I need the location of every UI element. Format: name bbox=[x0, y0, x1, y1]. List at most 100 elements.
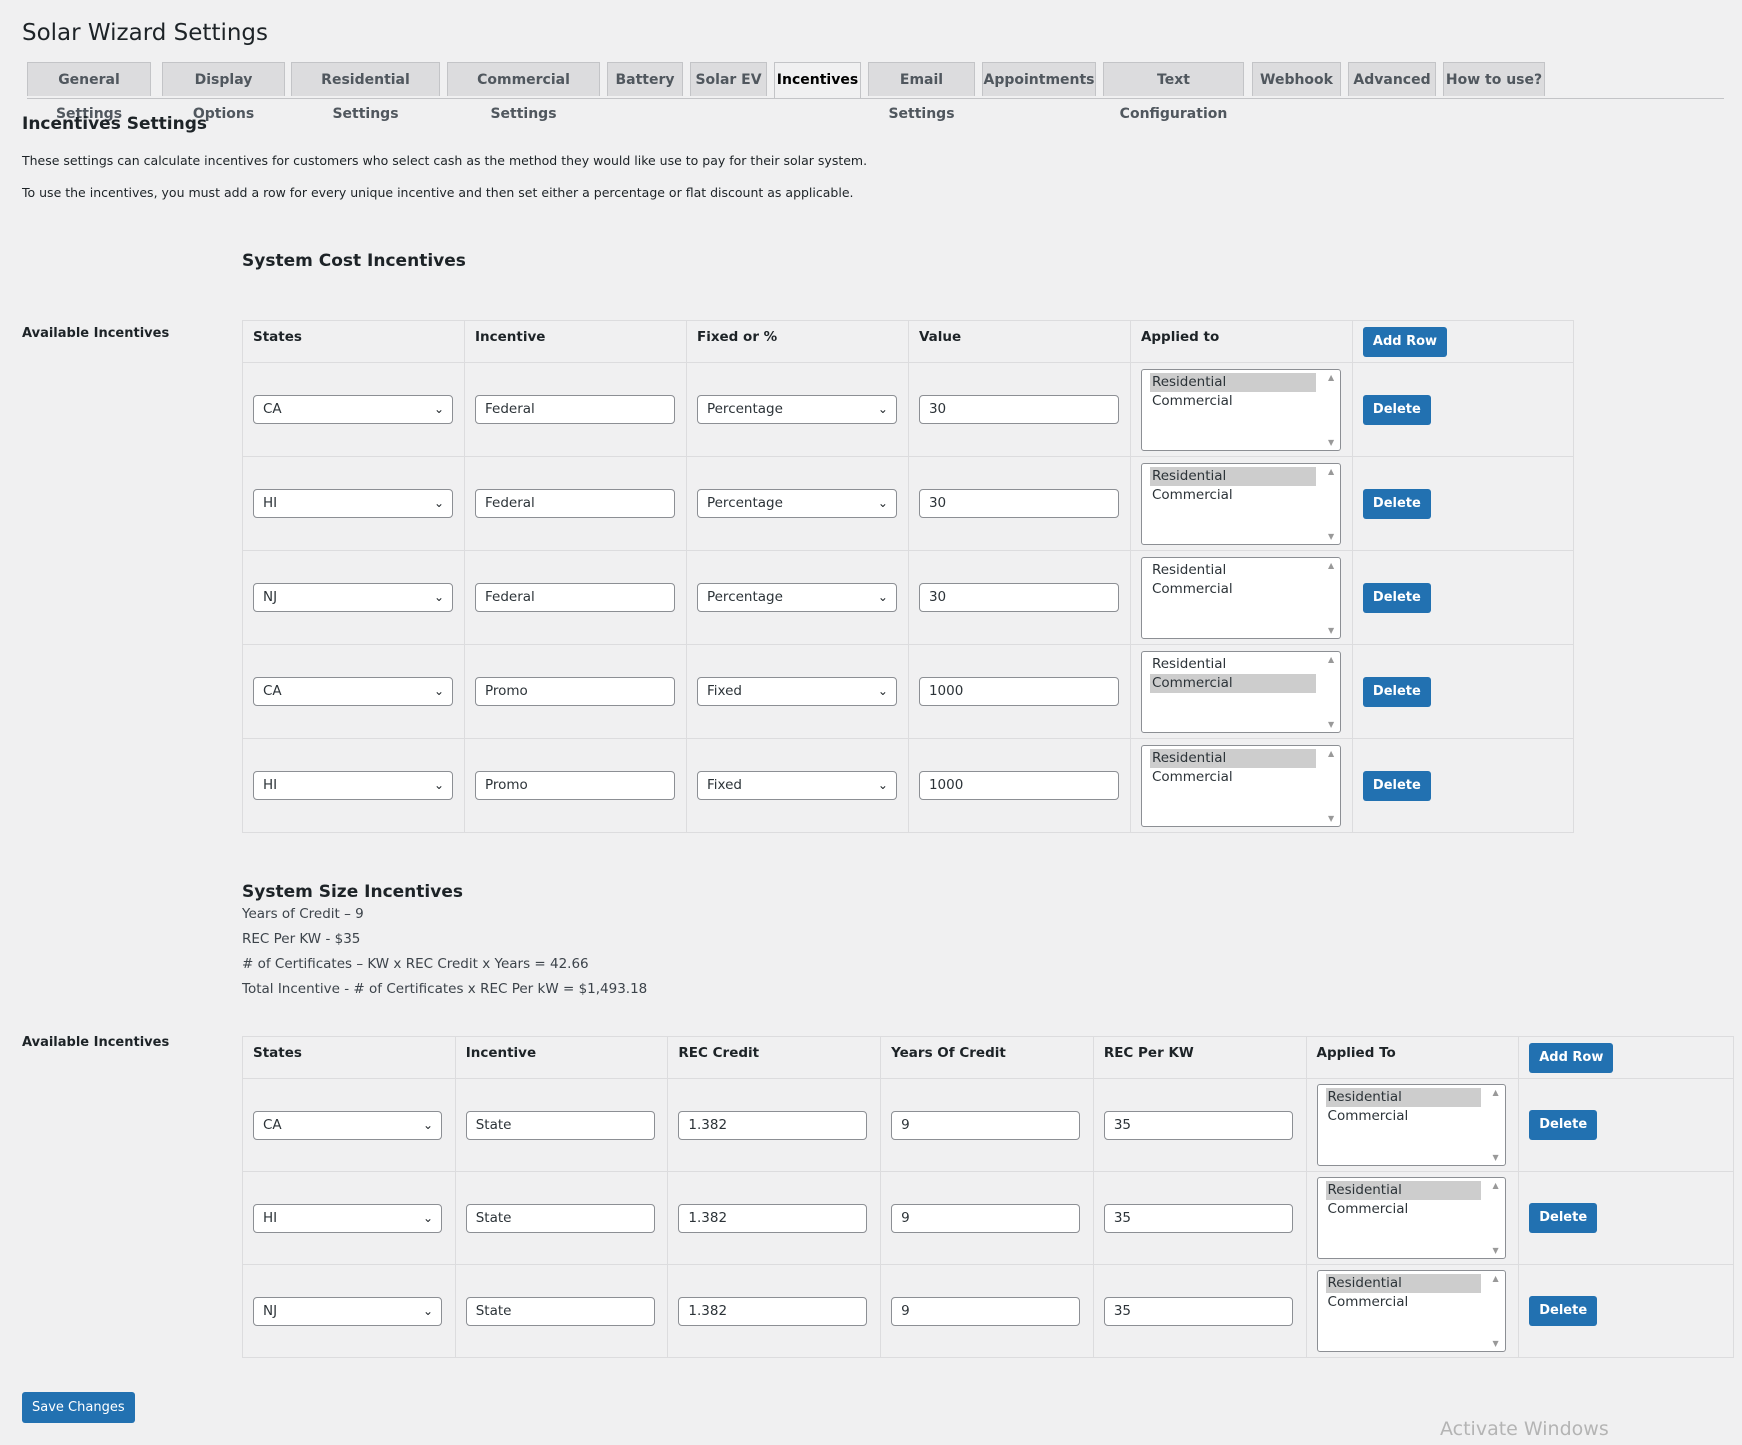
listbox-scrollbar[interactable]: ▲ ▼ bbox=[1493, 1274, 1503, 1348]
listbox-scrollbar[interactable]: ▲ ▼ bbox=[1328, 749, 1338, 823]
rec-credit-input[interactable]: 1.382 bbox=[678, 1296, 868, 1326]
delete-button[interactable]: Delete bbox=[1362, 770, 1431, 801]
rec-credit-input[interactable]: 1.382 bbox=[678, 1110, 868, 1140]
tab-text-configuration[interactable]: Text Configuration bbox=[1103, 62, 1244, 122]
value-input[interactable]: 1000 bbox=[918, 771, 1119, 800]
incentive-input[interactable]: State bbox=[465, 1110, 655, 1140]
tab-how-to-use[interactable]: How to use? bbox=[1443, 62, 1545, 96]
incentive-input[interactable]: Federal bbox=[474, 583, 675, 612]
fixed-or-percent-select-value: Fixed bbox=[706, 777, 742, 793]
state-select[interactable]: HI ⌄ bbox=[253, 1203, 442, 1233]
applied-option-commercial[interactable]: Commercial bbox=[1326, 1107, 1481, 1126]
save-changes-button[interactable]: Save Changes bbox=[22, 1392, 135, 1423]
listbox-scrollbar[interactable]: ▲ ▼ bbox=[1328, 467, 1338, 541]
tab-email-settings[interactable]: Email Settings bbox=[868, 62, 975, 122]
rec-per-kw-input[interactable]: 35 bbox=[1103, 1296, 1293, 1326]
fixed-or-percent-select[interactable]: Percentage ⌄ bbox=[696, 489, 897, 518]
applied-to-multiselect[interactable]: Residential Commercial ▲ ▼ bbox=[1140, 650, 1341, 733]
applied-option-commercial[interactable]: Commercial bbox=[1150, 580, 1316, 599]
fixed-or-percent-select[interactable]: Percentage ⌄ bbox=[696, 583, 897, 612]
fixed-or-percent-select[interactable]: Fixed ⌄ bbox=[696, 677, 897, 706]
tab-general-settings[interactable]: General Settings bbox=[27, 62, 151, 122]
tab-residential-settings[interactable]: Residential Settings bbox=[291, 62, 440, 122]
fixed-or-percent-select[interactable]: Percentage ⌄ bbox=[696, 395, 897, 424]
years-of-credit-input[interactable]: 9 bbox=[891, 1110, 1081, 1140]
applied-option-residential[interactable]: Residential bbox=[1325, 1274, 1481, 1293]
add-row-button[interactable]: Add Row bbox=[1529, 1043, 1614, 1073]
tab-appointments[interactable]: Appointments bbox=[982, 62, 1096, 96]
applied-to-multiselect[interactable]: Residential Commercial ▲ ▼ bbox=[1140, 368, 1341, 451]
scroll-down-icon: ▼ bbox=[1327, 531, 1335, 541]
incentive-input[interactable]: State bbox=[465, 1296, 655, 1326]
chevron-down-icon: ⌄ bbox=[877, 496, 888, 510]
applied-option-residential[interactable]: Residential bbox=[1325, 1181, 1481, 1200]
value-input[interactable]: 30 bbox=[918, 489, 1119, 518]
tab-battery[interactable]: Battery bbox=[607, 62, 683, 96]
incentive-input[interactable]: Federal bbox=[474, 489, 675, 518]
state-select[interactable]: CA ⌄ bbox=[253, 1110, 442, 1140]
applied-to-multiselect[interactable]: Residential Commercial ▲ ▼ bbox=[1316, 1177, 1506, 1259]
applied-option-commercial[interactable]: Commercial bbox=[1150, 486, 1316, 505]
state-select[interactable]: HI ⌄ bbox=[253, 771, 453, 800]
page-title: Solar Wizard Settings bbox=[22, 20, 269, 46]
applied-option-residential[interactable]: Residential bbox=[1149, 466, 1316, 486]
value-input[interactable]: 30 bbox=[918, 583, 1119, 612]
tab-incentives[interactable]: Incentives bbox=[774, 62, 861, 98]
chevron-down-icon: ⌄ bbox=[433, 496, 444, 510]
listbox-scrollbar[interactable]: ▲ ▼ bbox=[1493, 1181, 1503, 1255]
state-select[interactable]: NJ ⌄ bbox=[253, 583, 453, 612]
applied-to-multiselect[interactable]: Residential Commercial ▲ ▼ bbox=[1140, 556, 1341, 639]
rec-credit-input[interactable]: 1.382 bbox=[678, 1203, 868, 1233]
tab-commercial-settings[interactable]: Commercial Settings bbox=[447, 62, 600, 122]
delete-button[interactable]: Delete bbox=[1362, 582, 1431, 613]
applied-option-residential[interactable]: Residential bbox=[1325, 1088, 1481, 1107]
applied-option-commercial[interactable]: Commercial bbox=[1326, 1293, 1481, 1312]
listbox-scrollbar[interactable]: ▲ ▼ bbox=[1328, 561, 1338, 635]
listbox-scrollbar[interactable]: ▲ ▼ bbox=[1328, 373, 1338, 447]
delete-button[interactable]: Delete bbox=[1362, 488, 1431, 519]
chevron-down-icon: ⌄ bbox=[877, 402, 888, 416]
listbox-scrollbar[interactable]: ▲ ▼ bbox=[1493, 1088, 1503, 1162]
applied-to-multiselect[interactable]: Residential Commercial ▲ ▼ bbox=[1140, 744, 1341, 827]
incentive-input[interactable]: Promo bbox=[474, 771, 675, 800]
applied-to-multiselect[interactable]: Residential Commercial ▲ ▼ bbox=[1140, 462, 1341, 545]
state-select[interactable]: CA ⌄ bbox=[253, 395, 453, 424]
applied-option-residential[interactable]: Residential bbox=[1150, 655, 1316, 674]
state-select[interactable]: NJ ⌄ bbox=[253, 1296, 442, 1326]
applied-option-commercial[interactable]: Commercial bbox=[1150, 768, 1316, 787]
table-row: CA ⌄ Federal Percentage ⌄ 30 Residential Com… bbox=[242, 362, 1575, 457]
state-select[interactable]: HI ⌄ bbox=[253, 489, 453, 518]
applied-option-commercial[interactable]: Commercial bbox=[1150, 392, 1316, 411]
incentive-input[interactable]: Promo bbox=[474, 677, 675, 706]
applied-option-residential[interactable]: Residential bbox=[1150, 561, 1316, 580]
tab-display-options[interactable]: Display Options bbox=[162, 62, 285, 122]
fixed-or-percent-select[interactable]: Fixed ⌄ bbox=[696, 771, 897, 800]
delete-button[interactable]: Delete bbox=[1529, 1296, 1598, 1326]
applied-option-commercial[interactable]: Commercial bbox=[1326, 1200, 1481, 1219]
applied-option-residential[interactable]: Residential bbox=[1149, 372, 1316, 392]
listbox-scrollbar[interactable]: ▲ ▼ bbox=[1328, 655, 1338, 729]
value-input[interactable]: 1000 bbox=[918, 677, 1119, 706]
header-value: Value bbox=[907, 320, 1131, 363]
applied-option-residential[interactable]: Residential bbox=[1149, 748, 1316, 768]
header-incentive: Incentive bbox=[454, 1036, 669, 1079]
incentive-input[interactable]: State bbox=[465, 1203, 655, 1233]
delete-button[interactable]: Delete bbox=[1529, 1110, 1598, 1140]
rec-per-kw-input[interactable]: 35 bbox=[1103, 1110, 1293, 1140]
state-select[interactable]: CA ⌄ bbox=[253, 677, 453, 706]
rec-per-kw-input[interactable]: 35 bbox=[1103, 1203, 1293, 1233]
add-row-button[interactable]: Add Row bbox=[1362, 327, 1448, 357]
applied-option-commercial[interactable]: Commercial bbox=[1149, 673, 1316, 693]
tab-advanced[interactable]: Advanced bbox=[1348, 62, 1436, 96]
value-input[interactable]: 30 bbox=[918, 395, 1119, 424]
applied-to-multiselect[interactable]: Residential Commercial ▲ ▼ bbox=[1316, 1270, 1506, 1352]
delete-button[interactable]: Delete bbox=[1362, 394, 1431, 425]
applied-to-multiselect[interactable]: Residential Commercial ▲ ▼ bbox=[1316, 1084, 1506, 1166]
delete-button[interactable]: Delete bbox=[1529, 1203, 1598, 1233]
tab-webhook[interactable]: Webhook bbox=[1252, 62, 1341, 96]
tab-solar-ev[interactable]: Solar EV bbox=[690, 62, 767, 96]
delete-button[interactable]: Delete bbox=[1362, 676, 1431, 707]
incentive-input[interactable]: Federal bbox=[474, 395, 675, 424]
years-of-credit-input[interactable]: 9 bbox=[891, 1296, 1081, 1326]
years-of-credit-input[interactable]: 9 bbox=[891, 1203, 1081, 1233]
